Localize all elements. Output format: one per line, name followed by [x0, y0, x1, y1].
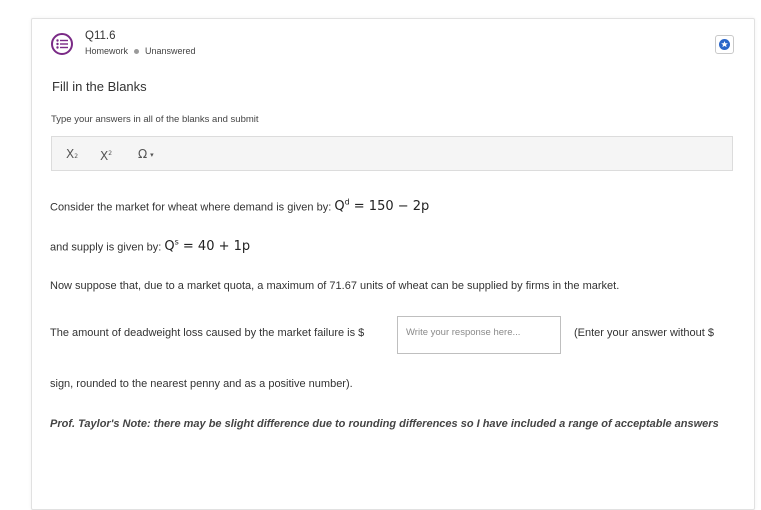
quota-paragraph: Now suppose that, due to a market quota,… — [50, 280, 620, 292]
instructions: Type your answers in all of the blanks a… — [51, 114, 259, 125]
supply-paragraph: and supply is given by: Qs = 40 + 1p — [50, 238, 251, 255]
symbol-dropdown[interactable]: Ω ▾ — [138, 147, 154, 161]
demand-equation: Qd = 150 − 2p — [334, 198, 430, 215]
question-meta: Homework Unanswered — [85, 46, 196, 56]
dwl-instruction-continued: sign, rounded to the nearest penny and a… — [50, 378, 353, 390]
question-status: Unanswered — [145, 46, 196, 56]
chevron-down-icon: ▾ — [150, 150, 154, 159]
response-input[interactable]: Write your response here... — [397, 316, 561, 354]
separator-dot — [134, 48, 140, 54]
question-number: Q11.6 — [85, 30, 116, 42]
list-question-icon — [51, 33, 73, 55]
dwl-instruction: (Enter your answer without $ — [574, 327, 715, 339]
star-icon — [719, 39, 730, 50]
dwl-prompt: The amount of deadweight loss caused by … — [50, 327, 365, 339]
professor-note: Prof. Taylor's Note: there may be slight… — [50, 418, 719, 430]
subscript-button[interactable]: X2 — [66, 147, 78, 161]
bookmark-button[interactable] — [715, 35, 734, 54]
question-category: Homework — [85, 46, 129, 56]
superscript-button[interactable]: X2 — [100, 147, 112, 163]
demand-paragraph: Consider the market for wheat where dema… — [50, 198, 430, 215]
question-title: Fill in the Blanks — [52, 79, 147, 94]
formatting-toolbar: X2 X2 Ω ▾ — [51, 136, 733, 171]
supply-equation: Qs = 40 + 1p — [164, 238, 251, 255]
